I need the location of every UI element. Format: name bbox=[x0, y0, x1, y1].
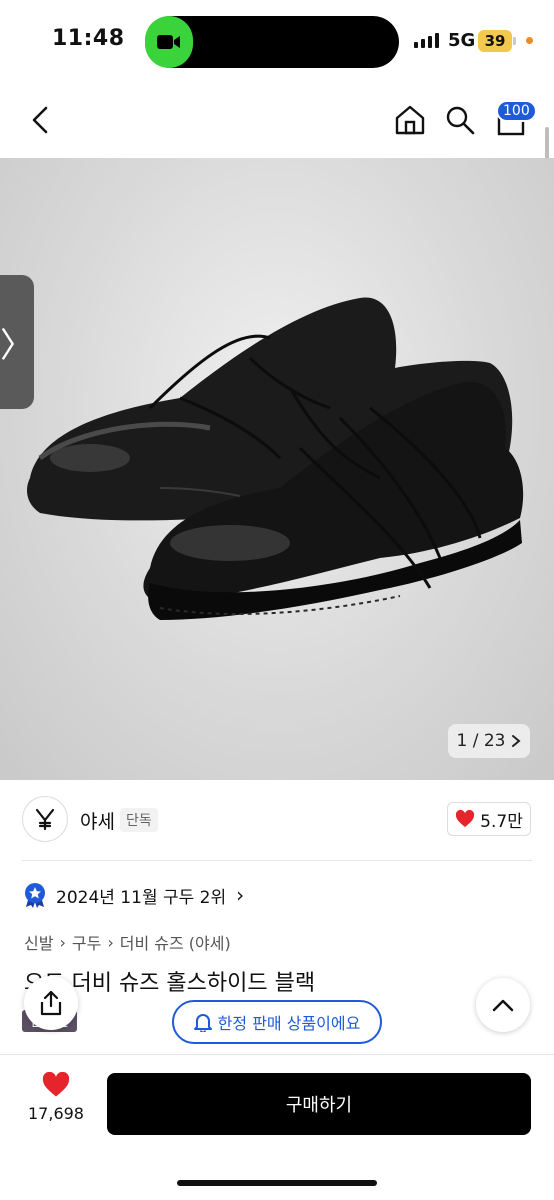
breadcrumb-item[interactable]: 구두 bbox=[72, 930, 101, 954]
search-icon[interactable] bbox=[442, 102, 478, 138]
dynamic-island bbox=[145, 16, 399, 68]
bottom-bar-divider bbox=[0, 1054, 554, 1055]
scroll-top-button[interactable] bbox=[476, 978, 530, 1032]
battery-tip bbox=[513, 37, 516, 45]
video-call-icon bbox=[145, 16, 193, 68]
image-pager[interactable]: 1 / 23 bbox=[448, 724, 530, 758]
breadcrumb-item[interactable]: 신발 bbox=[24, 930, 53, 954]
share-button[interactable] bbox=[24, 976, 78, 1030]
favorite-count: 17,698 bbox=[28, 1104, 84, 1123]
status-time: 11:48 bbox=[52, 26, 125, 51]
shoe-image bbox=[27, 297, 524, 620]
status-bar: 11:48 5G 39 bbox=[0, 0, 554, 84]
breadcrumb-separator-icon: › bbox=[107, 932, 114, 952]
signal-icon bbox=[414, 33, 439, 48]
product-image-carousel[interactable] bbox=[0, 158, 554, 780]
limited-sale-text: 한정 판매 상품이에요 bbox=[217, 1014, 361, 1033]
brand-like-button[interactable]: 5.7만 bbox=[447, 802, 531, 836]
chevron-right-icon bbox=[512, 735, 522, 747]
brand-name[interactable]: 야세 bbox=[80, 807, 115, 834]
divider bbox=[22, 860, 532, 861]
heart-icon bbox=[456, 810, 475, 827]
network-label: 5G bbox=[448, 30, 476, 51]
breadcrumb: 신발 › 구두 › 더비 슈즈 (야세) bbox=[24, 930, 231, 954]
side-drawer-tab[interactable]: 〉 bbox=[0, 275, 34, 409]
ranking-text: 2024년 11월 구두 2위 bbox=[56, 887, 227, 908]
mic-indicator bbox=[526, 37, 533, 44]
ranking-link[interactable]: 2024년 11월 구두 2위 › bbox=[24, 882, 244, 908]
breadcrumb-item[interactable]: 더비 슈즈 (야세) bbox=[120, 930, 231, 954]
pager-label: 1 / 23 bbox=[456, 731, 506, 751]
limited-sale-pill[interactable]: 한정 판매 상품이에요 bbox=[172, 1000, 382, 1044]
chevron-up-icon bbox=[492, 999, 514, 1012]
brand-logo[interactable] bbox=[22, 796, 68, 842]
buy-button[interactable]: 구매하기 bbox=[107, 1073, 531, 1135]
top-nav bbox=[0, 84, 554, 158]
exclusive-badge: 단독 bbox=[120, 808, 158, 832]
bell-icon bbox=[193, 1014, 212, 1032]
home-icon[interactable] bbox=[392, 102, 428, 138]
chevron-right-icon: › bbox=[236, 883, 245, 907]
share-icon bbox=[40, 990, 62, 1016]
favorite-button[interactable]: 17,698 bbox=[26, 1072, 86, 1132]
home-indicator[interactable] bbox=[177, 1180, 377, 1186]
ranking-medal-icon bbox=[25, 883, 45, 908]
battery-icon: 39 bbox=[478, 30, 512, 52]
cart-count-badge: 100 bbox=[496, 100, 537, 122]
back-icon[interactable] bbox=[22, 102, 58, 138]
brand-logo-mark bbox=[35, 808, 55, 831]
like-count: 5.7만 bbox=[480, 811, 523, 832]
heart-icon bbox=[42, 1072, 70, 1097]
breadcrumb-separator-icon: › bbox=[59, 932, 66, 952]
